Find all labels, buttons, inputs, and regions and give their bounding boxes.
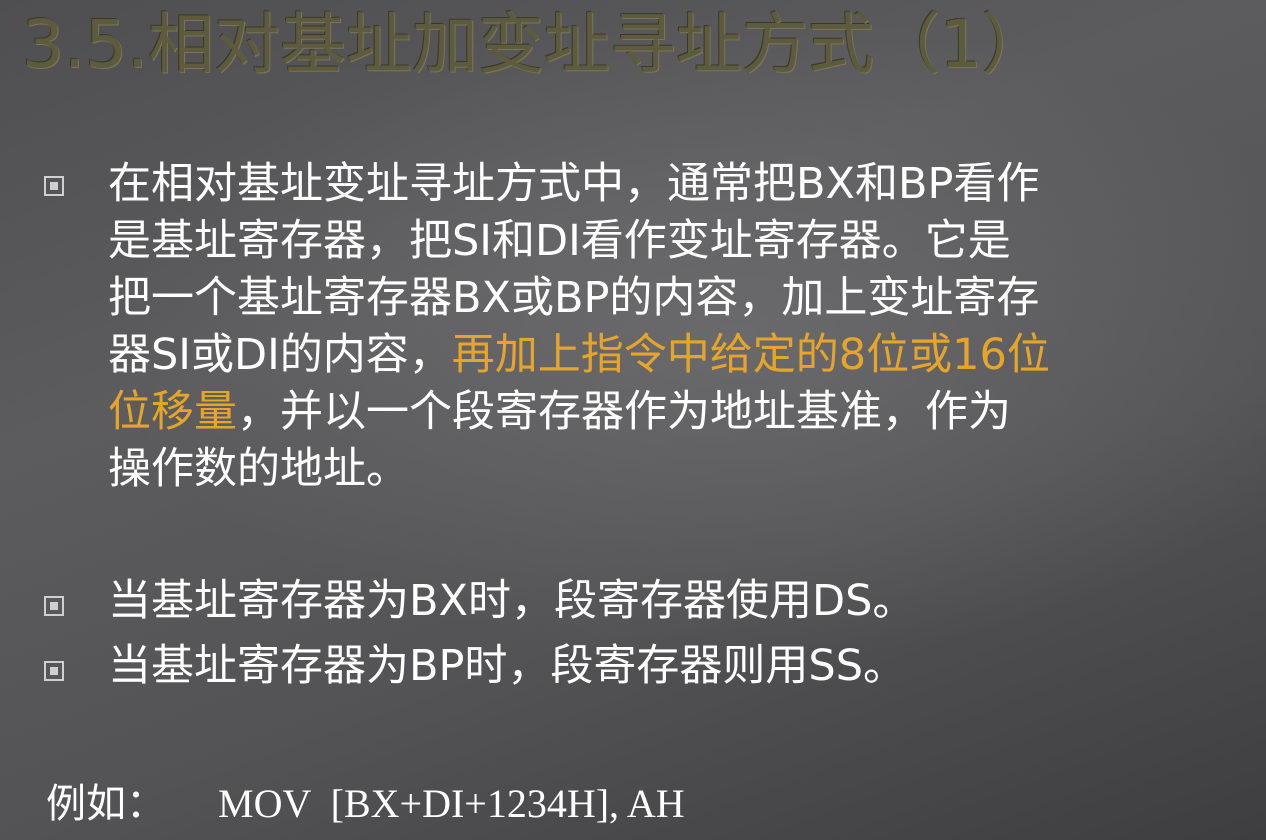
bullet-text-3: 当基址寄存器为BP时，段寄存器则用SS。 (108, 641, 907, 691)
paragraph-line: 是基址寄存器，把SI和DI看作变址寄存器。它是 (108, 216, 1011, 266)
paragraph-line: 操作数的地址。 (108, 444, 409, 494)
bullet-square-icon (44, 176, 64, 196)
paragraph-line: 位移量，并以一个段寄存器作为地址基准，作为 (108, 384, 1238, 441)
paragraph-text: ，并以一个段寄存器作为地址基准，作为 (237, 387, 1011, 437)
bullet-square-icon (44, 596, 64, 616)
paragraph-line: 把一个基址寄存器BX或BP的内容，加上变址寄存 (108, 273, 1040, 323)
bullet-paragraph-1: 在相对基址变址寻址方式中，通常把BX和BP看作 是基址寄存器，把SI和DI看作变… (108, 156, 1238, 498)
example-line: 例如： MOV [BX+DI+1234H], AH (46, 776, 685, 832)
paragraph-text: 器SI或DI的内容， (108, 330, 452, 380)
slide: 3.5.相对基址加变址寻址方式（1） 在相对基址变址寻址方式中，通常把BX和BP… (0, 0, 1266, 840)
paragraph-line: 器SI或DI的内容，再加上指令中给定的8位或16位 (108, 327, 1238, 384)
bullet-square-icon (44, 661, 64, 681)
highlighted-text: 再加上指令中给定的8位或16位 (451, 330, 1050, 380)
bullet-text-2: 当基址寄存器为BX时，段寄存器使用DS。 (108, 576, 916, 626)
example-label: 例如： (46, 781, 166, 827)
paragraph-line: 在相对基址变址寻址方式中，通常把BX和BP看作 (108, 159, 1040, 209)
slide-title: 3.5.相对基址加变址寻址方式（1） (22, 6, 1048, 83)
example-code: MOV [BX+DI+1234H], AH (218, 781, 685, 826)
highlighted-text: 位移量 (108, 387, 237, 437)
